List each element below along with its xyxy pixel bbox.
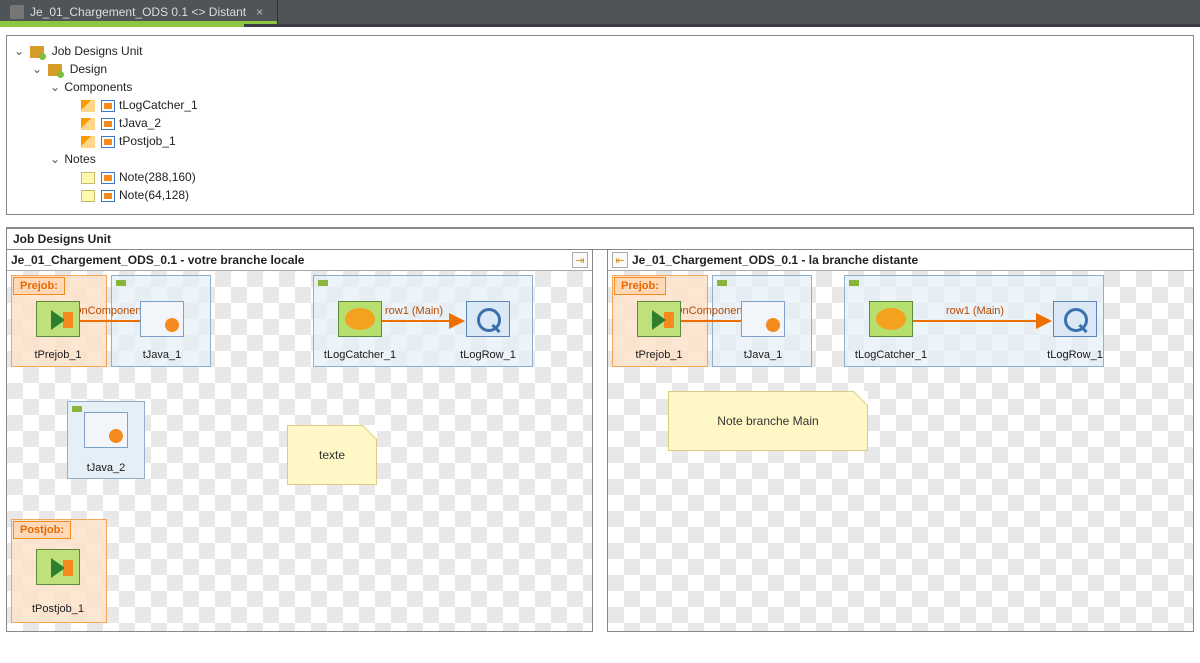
compare-section-header: Job Designs Unit — [6, 227, 1194, 250]
tree-item[interactable]: tJava_2 — [67, 114, 1187, 132]
tree-item-label: Note(64,128) — [119, 188, 189, 202]
node-label: tJava_1 — [123, 349, 201, 361]
note-icon — [81, 172, 95, 184]
remote-pane-header: ⇤ Je_01_Chargement_ODS_0.1 - la branche … — [608, 250, 1193, 271]
link-label-row1: row1 (Main) — [946, 305, 1004, 317]
java-icon — [84, 412, 128, 448]
node-label: tJava_1 — [724, 349, 802, 361]
compare-section-title: Job Designs Unit — [13, 232, 111, 246]
close-icon[interactable]: × — [252, 5, 267, 19]
editor-tab-bar: Je_01_Chargement_ODS 0.1 <> Distant × — [0, 0, 1200, 24]
node-tlogcatcher[interactable]: tLogCatcher_1 — [852, 291, 930, 365]
folder-icon — [30, 46, 44, 58]
tree-item-label: Note(288,160) — [119, 170, 196, 184]
node-label: tJava_2 — [68, 462, 144, 474]
java-icon — [140, 301, 184, 337]
node-tlogrow[interactable]: tLogRow_1 — [449, 291, 527, 365]
tree-notes-label[interactable]: Notes — [64, 152, 95, 166]
tree-item[interactable]: Note(64,128) — [67, 186, 1187, 204]
canvas-note[interactable]: Note branche Main — [668, 391, 868, 451]
node-label: tLogCatcher_1 — [321, 349, 399, 361]
note-text: Note branche Main — [717, 414, 818, 428]
diff-changed-icon — [101, 172, 115, 184]
node-tprejob[interactable]: tPrejob_1 — [620, 291, 698, 365]
tree-item-label: tLogCatcher_1 — [119, 98, 198, 112]
local-pane-title: Je_01_Chargement_ODS_0.1 - votre branche… — [11, 253, 304, 267]
outline-tree[interactable]: ⌄ Job Designs Unit ⌄ Design ⌄ Components… — [13, 42, 1187, 204]
node-tjava2[interactable]: tJava_2 — [67, 401, 145, 479]
node-tprejob[interactable]: tPrejob_1 — [19, 291, 97, 365]
logcatcher-icon — [338, 301, 382, 337]
logrow-icon — [466, 301, 510, 337]
component-icon — [81, 100, 95, 112]
node-label: tPrejob_1 — [19, 349, 97, 361]
chevron-down-icon[interactable]: ⌄ — [49, 150, 61, 168]
node-label: tLogRow_1 — [449, 349, 527, 361]
local-canvas[interactable]: Prejob: OnComponentOk row1 (Main) tPrejo… — [7, 271, 592, 631]
diff-added-icon — [101, 100, 115, 112]
copy-to-right-button[interactable]: ⇥ — [572, 252, 588, 268]
compare-row: Je_01_Chargement_ODS_0.1 - votre branche… — [6, 250, 1194, 632]
structure-outline-panel: ⌄ Job Designs Unit ⌄ Design ⌄ Components… — [6, 35, 1194, 215]
remote-pane-title: Je_01_Chargement_ODS_0.1 - la branche di… — [632, 253, 918, 267]
node-tlogcatcher[interactable]: tLogCatcher_1 — [321, 291, 399, 365]
remote-canvas[interactable]: Prejob: OnComponentOk row1 (Main) tPrejo… — [608, 271, 1193, 631]
tree-item-label: tJava_2 — [119, 116, 161, 130]
diff-changed-icon — [101, 190, 115, 202]
node-label: tPostjob_1 — [19, 603, 97, 615]
node-label: tPrejob_1 — [620, 349, 698, 361]
logcatcher-icon — [869, 301, 913, 337]
compare-icon — [10, 5, 24, 19]
tree-components-label[interactable]: Components — [64, 80, 132, 94]
chevron-down-icon[interactable]: ⌄ — [49, 78, 61, 96]
tree-item-label: tPostjob_1 — [119, 134, 176, 148]
chevron-down-icon[interactable]: ⌄ — [31, 60, 43, 78]
postjob-icon — [36, 549, 80, 585]
node-label: tLogRow_1 — [1036, 349, 1114, 361]
chevron-down-icon[interactable]: ⌄ — [13, 42, 25, 60]
diff-added-icon — [101, 118, 115, 130]
postjob-pill: Postjob: — [13, 521, 71, 539]
tree-design-label[interactable]: Design — [70, 62, 107, 76]
note-icon — [81, 190, 95, 202]
node-tjava[interactable]: tJava_1 — [123, 291, 201, 365]
component-icon — [81, 118, 95, 130]
local-pane-header: Je_01_Chargement_ODS_0.1 - votre branche… — [7, 250, 592, 271]
canvas-note[interactable]: texte — [287, 425, 377, 485]
logrow-icon — [1053, 301, 1097, 337]
node-tpostjob[interactable]: tPostjob_1 — [19, 539, 97, 619]
editor-tab[interactable]: Je_01_Chargement_ODS 0.1 <> Distant × — [0, 0, 278, 24]
tree-root-label[interactable]: Job Designs Unit — [52, 44, 143, 58]
node-label: tLogCatcher_1 — [852, 349, 930, 361]
tab-underline — [0, 24, 1200, 27]
node-tjava[interactable]: tJava_1 — [724, 291, 802, 365]
node-tlogrow[interactable]: tLogRow_1 — [1036, 291, 1114, 365]
folder-icon — [48, 64, 62, 76]
prejob-icon — [36, 301, 80, 337]
component-icon — [81, 136, 95, 148]
copy-to-left-button[interactable]: ⇤ — [612, 252, 628, 268]
tree-item[interactable]: Note(288,160) — [67, 168, 1187, 186]
tree-item[interactable]: tPostjob_1 — [67, 132, 1187, 150]
editor-tab-title: Je_01_Chargement_ODS 0.1 <> Distant — [30, 5, 246, 19]
prejob-icon — [637, 301, 681, 337]
remote-pane: ⇤ Je_01_Chargement_ODS_0.1 - la branche … — [607, 250, 1194, 632]
local-pane: Je_01_Chargement_ODS_0.1 - votre branche… — [6, 250, 593, 632]
java-icon — [741, 301, 785, 337]
diff-added-icon — [101, 136, 115, 148]
tree-item[interactable]: tLogCatcher_1 — [67, 96, 1187, 114]
note-text: texte — [319, 448, 345, 462]
